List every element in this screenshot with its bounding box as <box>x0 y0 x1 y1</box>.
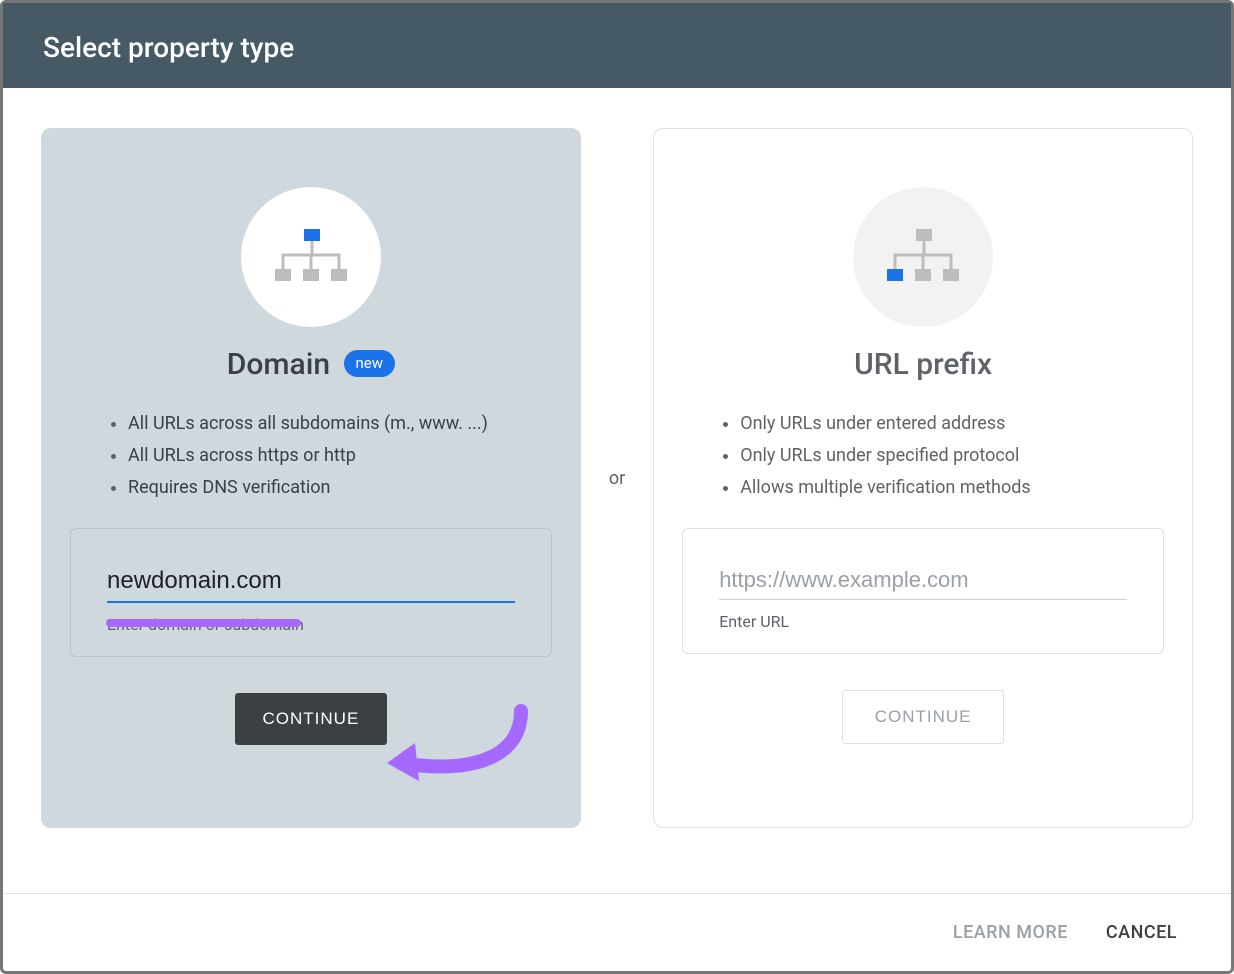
dialog-footer: LEARN MORE CANCEL <box>3 893 1231 971</box>
domain-feature: All URLs across https or http <box>128 440 540 472</box>
learn-more-button[interactable]: LEARN MORE <box>953 922 1068 943</box>
url-input-hint: Enter URL <box>719 612 1127 631</box>
domain-feature: All URLs across all subdomains (m., www.… <box>128 408 540 440</box>
domain-icon <box>241 187 381 327</box>
new-badge: new <box>344 350 396 377</box>
annotation-highlight <box>106 619 301 627</box>
url-feature: Only URLs under specified protocol <box>740 440 1152 472</box>
domain-card-title: Domain new <box>42 347 580 382</box>
url-card-title: URL prefix <box>654 347 1192 382</box>
cancel-button[interactable]: CANCEL <box>1106 922 1177 943</box>
domain-input[interactable] <box>107 563 515 603</box>
url-input[interactable] <box>719 563 1127 600</box>
domain-continue-button[interactable]: CONTINUE <box>235 693 388 745</box>
or-separator: or <box>609 468 625 489</box>
url-feature: Allows multiple verification methods <box>740 472 1152 504</box>
domain-title-text: Domain <box>227 347 330 382</box>
domain-feature: Requires DNS verification <box>128 472 540 504</box>
url-prefix-icon <box>853 187 993 327</box>
dialog-content: Domain new All URLs across all subdomain… <box>3 88 1231 848</box>
url-prefix-card[interactable]: URL prefix Only URLs under entered addre… <box>653 128 1193 828</box>
domain-features: All URLs across all subdomains (m., www.… <box>98 408 540 504</box>
url-input-box: Enter URL <box>682 528 1164 654</box>
domain-card[interactable]: Domain new All URLs across all subdomain… <box>41 128 581 828</box>
dialog-header: Select property type <box>3 3 1231 88</box>
domain-input-box: Enter domain or subdomain <box>70 528 552 657</box>
url-features: Only URLs under entered address Only URL… <box>710 408 1152 504</box>
url-feature: Only URLs under entered address <box>740 408 1152 440</box>
dialog-title: Select property type <box>43 31 294 64</box>
url-continue-button[interactable]: CONTINUE <box>842 690 1005 744</box>
